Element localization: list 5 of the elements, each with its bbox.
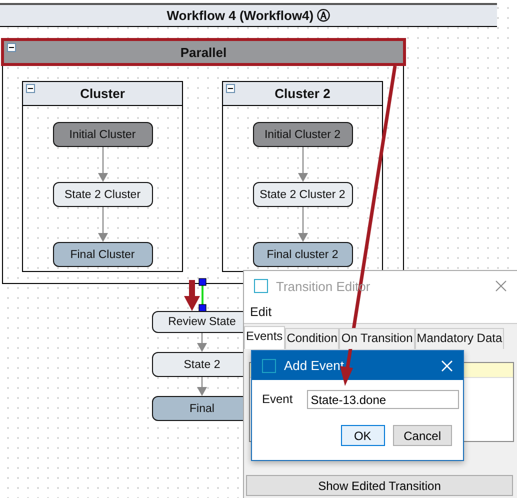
workflow-title: Workflow 4 (Workflow4) Ⓐ [0, 3, 497, 27]
parallel-title: Parallel [180, 44, 227, 60]
field-label: Event [262, 392, 293, 406]
cluster-title: Cluster 2 [274, 86, 330, 101]
cluster-title: Cluster [80, 86, 125, 101]
